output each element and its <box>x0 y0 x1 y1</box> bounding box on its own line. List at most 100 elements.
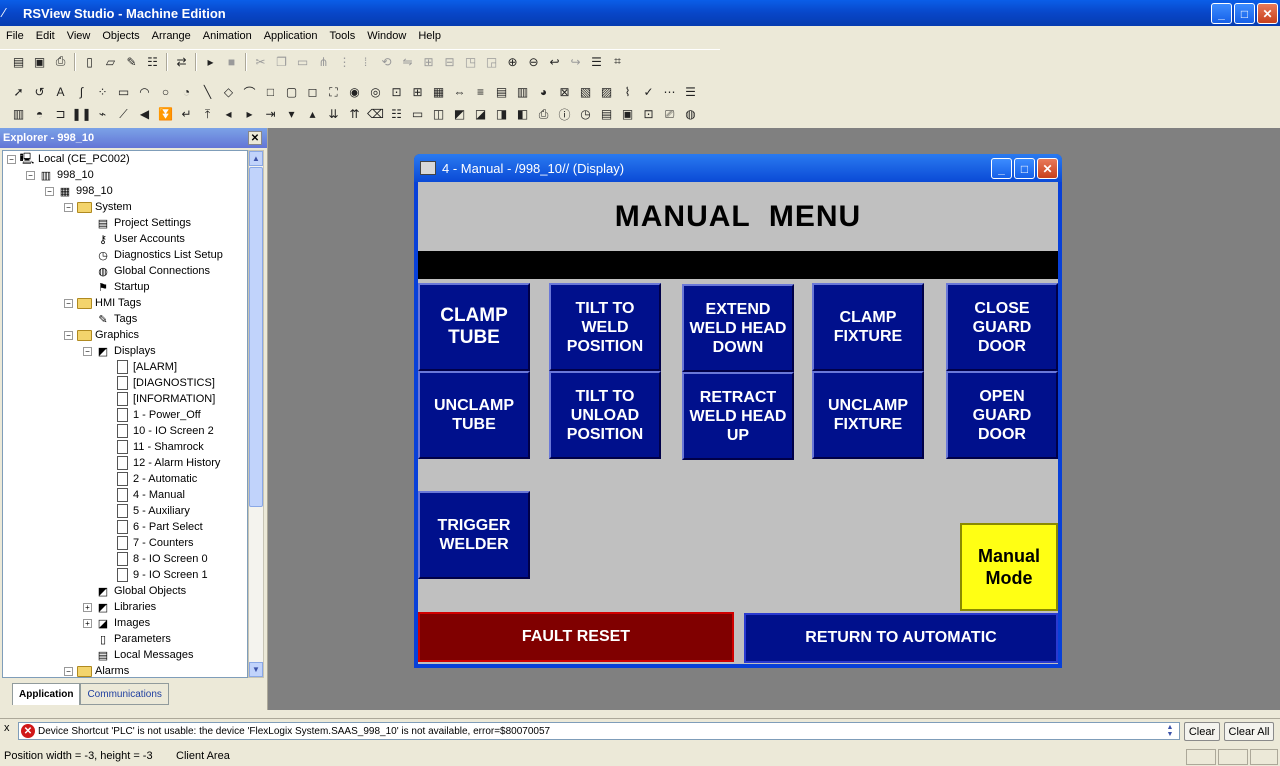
collapse-icon[interactable]: − <box>64 330 73 340</box>
collapse-icon[interactable]: − <box>45 186 54 196</box>
display-title-bar[interactable]: 4 - Manual - /998_10// (Display) _ □ ✕ <box>414 154 1062 182</box>
tree-item[interactable]: − Alarms <box>64 663 129 677</box>
paste-icon[interactable]: ▭ <box>292 52 313 72</box>
collapse-icon[interactable]: − <box>64 666 73 676</box>
panel-icon[interactable]: ◻ <box>302 82 323 102</box>
tree-item[interactable]: + ◪ Images <box>83 615 150 631</box>
momentary-button-icon[interactable]: ◉ <box>344 82 365 102</box>
save-icon[interactable]: ▣ <box>29 52 50 72</box>
tree-item[interactable]: [INFORMATION] <box>102 391 215 407</box>
multistate-button-icon[interactable]: ⊞ <box>407 82 428 102</box>
arc-tool-icon[interactable]: ◠ <box>134 82 155 102</box>
square-tool-icon[interactable]: □ <box>260 82 281 102</box>
polyline-tool-icon[interactable]: ⌒ <box>239 82 260 102</box>
login-icon[interactable]: ▤ <box>596 104 617 124</box>
printer-icon[interactable]: ⎚ <box>659 104 680 124</box>
tree-item[interactable]: − Graphics <box>64 327 139 343</box>
menu-application[interactable]: Application <box>258 30 324 42</box>
display-minimize-button[interactable]: _ <box>991 158 1012 179</box>
tab-key-icon[interactable]: ▭ <box>407 104 428 124</box>
move-up-icon[interactable]: ▴ <box>302 104 323 124</box>
multi-tool-icon[interactable]: ⁘ <box>92 82 113 102</box>
menu-arrange[interactable]: Arrange <box>146 30 197 42</box>
clear-button[interactable]: Clear <box>1184 722 1220 741</box>
collapse-icon[interactable]: − <box>83 346 92 356</box>
collapse-icon[interactable]: − <box>7 154 16 164</box>
zoom-in-icon[interactable]: ⊕ <box>502 52 523 72</box>
open-icon[interactable]: ▱ <box>100 52 121 72</box>
tilt-to-weld-button[interactable]: TILT TO WELD POSITION <box>549 283 661 371</box>
tree-item[interactable]: 1 - Power_Off <box>102 407 201 423</box>
text-tool-icon[interactable]: A <box>50 82 71 102</box>
tree-item[interactable]: − 🖳 Local (CE_PC002) <box>7 151 130 167</box>
tree-item[interactable]: 12 - Alarm History <box>102 455 220 471</box>
scroll-down-icon[interactable]: ▼ <box>249 662 263 677</box>
latched-button-icon[interactable]: ⊡ <box>386 82 407 102</box>
tree-item[interactable]: − System <box>64 199 132 215</box>
expand-icon[interactable]: + <box>83 602 92 612</box>
menu-edit[interactable]: Edit <box>30 30 61 42</box>
tree-item[interactable]: 6 - Part Select <box>102 519 203 535</box>
message-display-icon[interactable]: ▥ <box>512 82 533 102</box>
align-left-icon[interactable]: ⋮ <box>334 52 355 72</box>
tree-item[interactable]: 4 - Manual <box>102 487 185 503</box>
copy-icon[interactable]: ❐ <box>271 52 292 72</box>
tag-substitution-icon[interactable]: ⌗ <box>607 52 628 72</box>
enter-icon[interactable]: ↵ <box>176 104 197 124</box>
stop-icon[interactable]: ■ <box>221 52 242 72</box>
project-icon[interactable]: ▤ <box>8 52 29 72</box>
rectangle-tool-icon[interactable]: ▭ <box>113 82 134 102</box>
tree-item[interactable]: 8 - IO Screen 0 <box>102 551 208 567</box>
tree-item[interactable]: − ▦ 998_10 <box>45 183 113 199</box>
backspace-icon[interactable]: ⌫ <box>365 104 386 124</box>
wedge-tool-icon[interactable]: ◔ <box>176 82 197 102</box>
menu-help[interactable]: Help <box>412 30 447 42</box>
recipe-icon[interactable]: ◧ <box>512 104 533 124</box>
minimize-button[interactable]: _ <box>1211 3 1232 24</box>
scroll-thumb[interactable] <box>249 167 263 507</box>
rounded-rect-icon[interactable]: ▢ <box>281 82 302 102</box>
pause-icon[interactable]: ❚❚ <box>71 104 92 124</box>
numeric-input-icon[interactable]: ▦ <box>428 82 449 102</box>
menu-tools[interactable]: Tools <box>324 30 362 42</box>
info-message-icon[interactable]: ☰ <box>680 82 701 102</box>
close-display-icon[interactable]: ⊠ <box>554 82 575 102</box>
scale-icon[interactable]: ◓ <box>29 104 50 124</box>
maximize-button[interactable]: □ <box>1234 3 1255 24</box>
tree-icon[interactable]: ☷ <box>142 52 163 72</box>
silence-key-icon[interactable]: ◪ <box>470 104 491 124</box>
line-chart-icon[interactable]: ⟋ <box>113 104 134 124</box>
tag-browse-icon[interactable]: ⋔ <box>313 52 334 72</box>
list-indicator-icon[interactable]: ≡ <box>470 82 491 102</box>
project-tree[interactable]: − 🖳 Local (CE_PC002) − ▥ 998_10− ▦ 998_10− Syste… <box>2 150 248 678</box>
explorer-close-icon[interactable]: ✕ <box>248 131 262 145</box>
pin-icon[interactable]: ✎ <box>121 52 142 72</box>
tree-item[interactable]: 10 - IO Screen 2 <box>102 423 214 439</box>
select-icon[interactable]: ➚ <box>8 82 29 102</box>
clock-icon[interactable]: ◷ <box>575 104 596 124</box>
end-icon[interactable]: ⇥ <box>260 104 281 124</box>
clamp-fixture-button[interactable]: CLAMP FIXTURE <box>812 283 924 371</box>
group-icon[interactable]: ⊞ <box>418 52 439 72</box>
diagnostics-scroll-icon[interactable]: ▲ ▼ <box>1163 723 1177 739</box>
rotate-icon[interactable]: ⟲ <box>376 52 397 72</box>
tree-item[interactable]: ◩ Global Objects <box>83 583 186 599</box>
move-down-icon[interactable]: ▾ <box>281 104 302 124</box>
slider-icon[interactable]: ⊐ <box>50 104 71 124</box>
clamp-tube-button[interactable]: CLAMP TUBE <box>418 283 530 371</box>
collapse-icon[interactable]: − <box>26 170 35 180</box>
flip-icon[interactable]: ⇋ <box>397 52 418 72</box>
zoom-out-icon[interactable]: ⊖ <box>523 52 544 72</box>
trend-icon[interactable]: ⌇ <box>617 82 638 102</box>
tree-item[interactable]: ✎ Tags <box>83 311 137 327</box>
trigger-welder-button[interactable]: TRIGGER WELDER <box>418 491 530 579</box>
bring-front-icon[interactable]: ◳ <box>460 52 481 72</box>
scroll-up-icon[interactable]: ▲ <box>249 151 263 166</box>
tree-item[interactable]: + ◩ Libraries <box>83 599 156 615</box>
page-up-icon[interactable]: ⇈ <box>344 104 365 124</box>
print-key-icon[interactable]: ⎙ <box>533 104 554 124</box>
transfer-icon[interactable]: ⇄ <box>171 52 192 72</box>
alarm-key-icon[interactable]: ◫ <box>428 104 449 124</box>
tree-item[interactable]: ◍ Global Connections <box>83 263 210 279</box>
scroll-left-icon[interactable]: ◀ <box>134 104 155 124</box>
